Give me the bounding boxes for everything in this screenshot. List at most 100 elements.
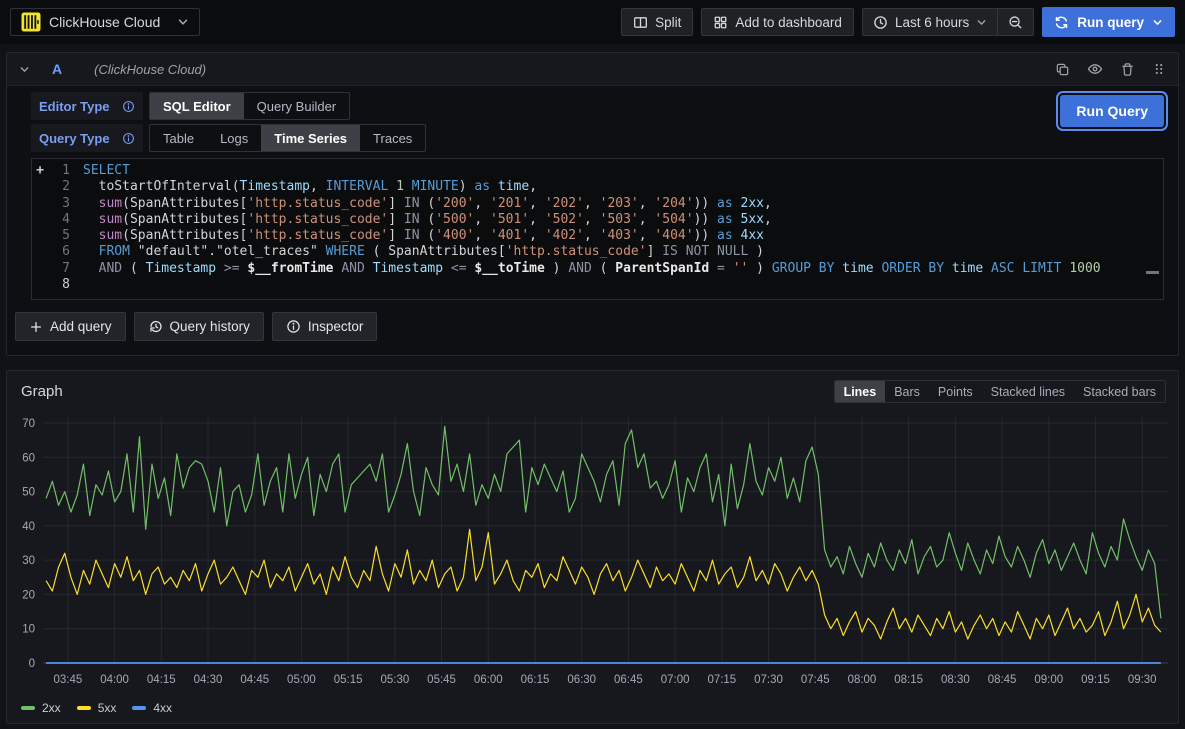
query-row-actions <box>1055 61 1166 77</box>
svg-text:06:45: 06:45 <box>614 674 643 686</box>
svg-text:06:30: 06:30 <box>567 674 596 686</box>
chart-legend: 2xx 5xx 4xx <box>21 699 1178 717</box>
chevron-down-icon <box>177 16 189 28</box>
sql-line-6: 6 FROM "default"."otel_traces" WHERE ( S… <box>32 244 1163 260</box>
line-number: 7 <box>48 261 70 277</box>
svg-text:50: 50 <box>22 487 35 499</box>
svg-text:08:30: 08:30 <box>941 674 970 686</box>
query-datasource-hint: (ClickHouse Cloud) <box>94 62 206 77</box>
svg-text:04:45: 04:45 <box>240 674 269 686</box>
sql-line-7: 7 AND ( Timestamp >= $__fromTime AND Tim… <box>32 261 1163 277</box>
line-number: 5 <box>48 228 70 244</box>
legend-item-4xx[interactable]: 4xx <box>132 701 172 715</box>
graph-panel-title: Graph <box>21 383 63 400</box>
legend-label: 5xx <box>98 701 117 715</box>
series-2xx <box>46 427 1161 619</box>
legend-item-5xx[interactable]: 5xx <box>77 701 117 715</box>
line-number: 4 <box>48 212 70 228</box>
sql-line-8: 8 <box>32 277 1163 293</box>
drag-handle-icon[interactable] <box>1152 62 1166 76</box>
chevron-down-icon[interactable] <box>1152 17 1163 28</box>
svg-text:06:00: 06:00 <box>474 674 503 686</box>
run-query-toolbar-button[interactable]: Run query <box>1042 7 1175 37</box>
search-minus-icon <box>1008 15 1023 30</box>
svg-text:30: 30 <box>22 556 35 568</box>
line-number: 1 <box>48 163 70 179</box>
add-query-button[interactable]: Add query <box>15 312 126 341</box>
info-circle-icon <box>286 319 301 334</box>
split-icon <box>633 15 648 30</box>
query-history-button[interactable]: Query history <box>134 312 264 341</box>
graph-mode-option-lines[interactable]: Lines <box>835 381 886 402</box>
svg-text:07:45: 07:45 <box>801 674 830 686</box>
sync-icon <box>1054 15 1069 30</box>
info-circle-icon[interactable] <box>122 132 135 145</box>
split-button[interactable]: Split <box>621 8 693 36</box>
graph-mode-option-points[interactable]: Points <box>929 381 982 402</box>
query-actions-row: Add query Query history Inspector <box>15 312 1178 341</box>
line-number: 2 <box>48 179 70 195</box>
add-line-icon[interactable]: + <box>32 163 48 179</box>
inspector-button[interactable]: Inspector <box>272 312 378 341</box>
svg-text:09:15: 09:15 <box>1081 674 1110 686</box>
query-ref-id[interactable]: A <box>52 61 62 77</box>
graph-mode-switch: LinesBarsPointsStacked linesStacked bars <box>834 380 1166 403</box>
explore-toolbar: ClickHouse Cloud Split Add to dashboard … <box>0 0 1185 44</box>
graph-mode-option-stacked-bars[interactable]: Stacked bars <box>1074 381 1165 402</box>
legend-swatch <box>77 706 91 710</box>
sql-editor[interactable]: +1SELECT2 toStartOfInterval(Timestamp, I… <box>31 158 1164 300</box>
query-type-option-time-series[interactable]: Time Series <box>261 125 360 151</box>
editor-type-option-query-builder[interactable]: Query Builder <box>244 93 349 119</box>
svg-text:06:15: 06:15 <box>521 674 550 686</box>
sql-line-5: 5 sum(SpanAttributes['http.status_code']… <box>32 228 1163 244</box>
legend-item-2xx[interactable]: 2xx <box>21 701 61 715</box>
datasource-picker[interactable]: ClickHouse Cloud <box>10 8 200 36</box>
apps-grid-icon <box>713 15 728 30</box>
info-circle-icon[interactable] <box>122 100 135 113</box>
svg-text:07:15: 07:15 <box>707 674 736 686</box>
query-type-option-logs[interactable]: Logs <box>207 125 261 151</box>
sql-line-4: 4 sum(SpanAttributes['http.status_code']… <box>32 212 1163 228</box>
editor-scrollbar-thumb[interactable] <box>1146 271 1159 274</box>
time-range-picker[interactable]: Last 6 hours <box>863 9 997 35</box>
remove-query-trash-icon[interactable] <box>1120 62 1135 77</box>
datasource-name: ClickHouse Cloud <box>49 14 169 30</box>
svg-text:05:00: 05:00 <box>287 674 316 686</box>
svg-text:08:00: 08:00 <box>848 674 877 686</box>
svg-text:60: 60 <box>22 453 35 465</box>
svg-text:04:30: 04:30 <box>194 674 223 686</box>
legend-label: 4xx <box>153 701 172 715</box>
time-picker-group: Last 6 hours <box>862 8 1034 36</box>
clickhouse-logo <box>21 12 41 32</box>
graph-mode-option-bars[interactable]: Bars <box>885 381 929 402</box>
collapse-chevron-icon[interactable] <box>19 64 30 75</box>
clock-icon <box>873 15 888 30</box>
svg-text:08:45: 08:45 <box>988 674 1017 686</box>
time-series-chart[interactable]: 01020304050607003:4504:0004:1504:3004:45… <box>7 407 1178 697</box>
editor-type-option-sql-editor[interactable]: SQL Editor <box>150 93 244 119</box>
svg-text:07:00: 07:00 <box>661 674 690 686</box>
line-number: 8 <box>48 277 70 293</box>
legend-swatch <box>21 706 35 710</box>
sql-line-3: 3 sum(SpanAttributes['http.status_code']… <box>32 196 1163 212</box>
query-type-option-table[interactable]: Table <box>150 125 207 151</box>
query-type-label: Query Type <box>31 124 143 152</box>
zoom-out-time-button[interactable] <box>997 9 1033 35</box>
svg-text:40: 40 <box>22 521 35 533</box>
graph-mode-option-stacked-lines[interactable]: Stacked lines <box>982 381 1074 402</box>
duplicate-query-icon[interactable] <box>1055 62 1070 77</box>
query-type-option-traces[interactable]: Traces <box>360 125 425 151</box>
editor-type-switch: SQL EditorQuery Builder <box>149 92 350 120</box>
disable-query-eye-icon[interactable] <box>1087 61 1103 77</box>
query-row-header: A (ClickHouse Cloud) <box>7 53 1178 86</box>
series-5xx <box>46 530 1161 640</box>
run-query-button[interactable]: Run Query <box>1060 95 1164 127</box>
svg-text:05:45: 05:45 <box>427 674 456 686</box>
svg-text:10: 10 <box>22 624 35 636</box>
editor-type-label: Editor Type <box>31 92 143 120</box>
legend-label: 2xx <box>42 701 61 715</box>
svg-text:03:45: 03:45 <box>54 674 83 686</box>
svg-text:20: 20 <box>22 590 35 602</box>
add-to-dashboard-button[interactable]: Add to dashboard <box>701 8 854 36</box>
query-editor-card: A (ClickHouse Cloud) Editor Type SQL Edi… <box>6 52 1179 356</box>
